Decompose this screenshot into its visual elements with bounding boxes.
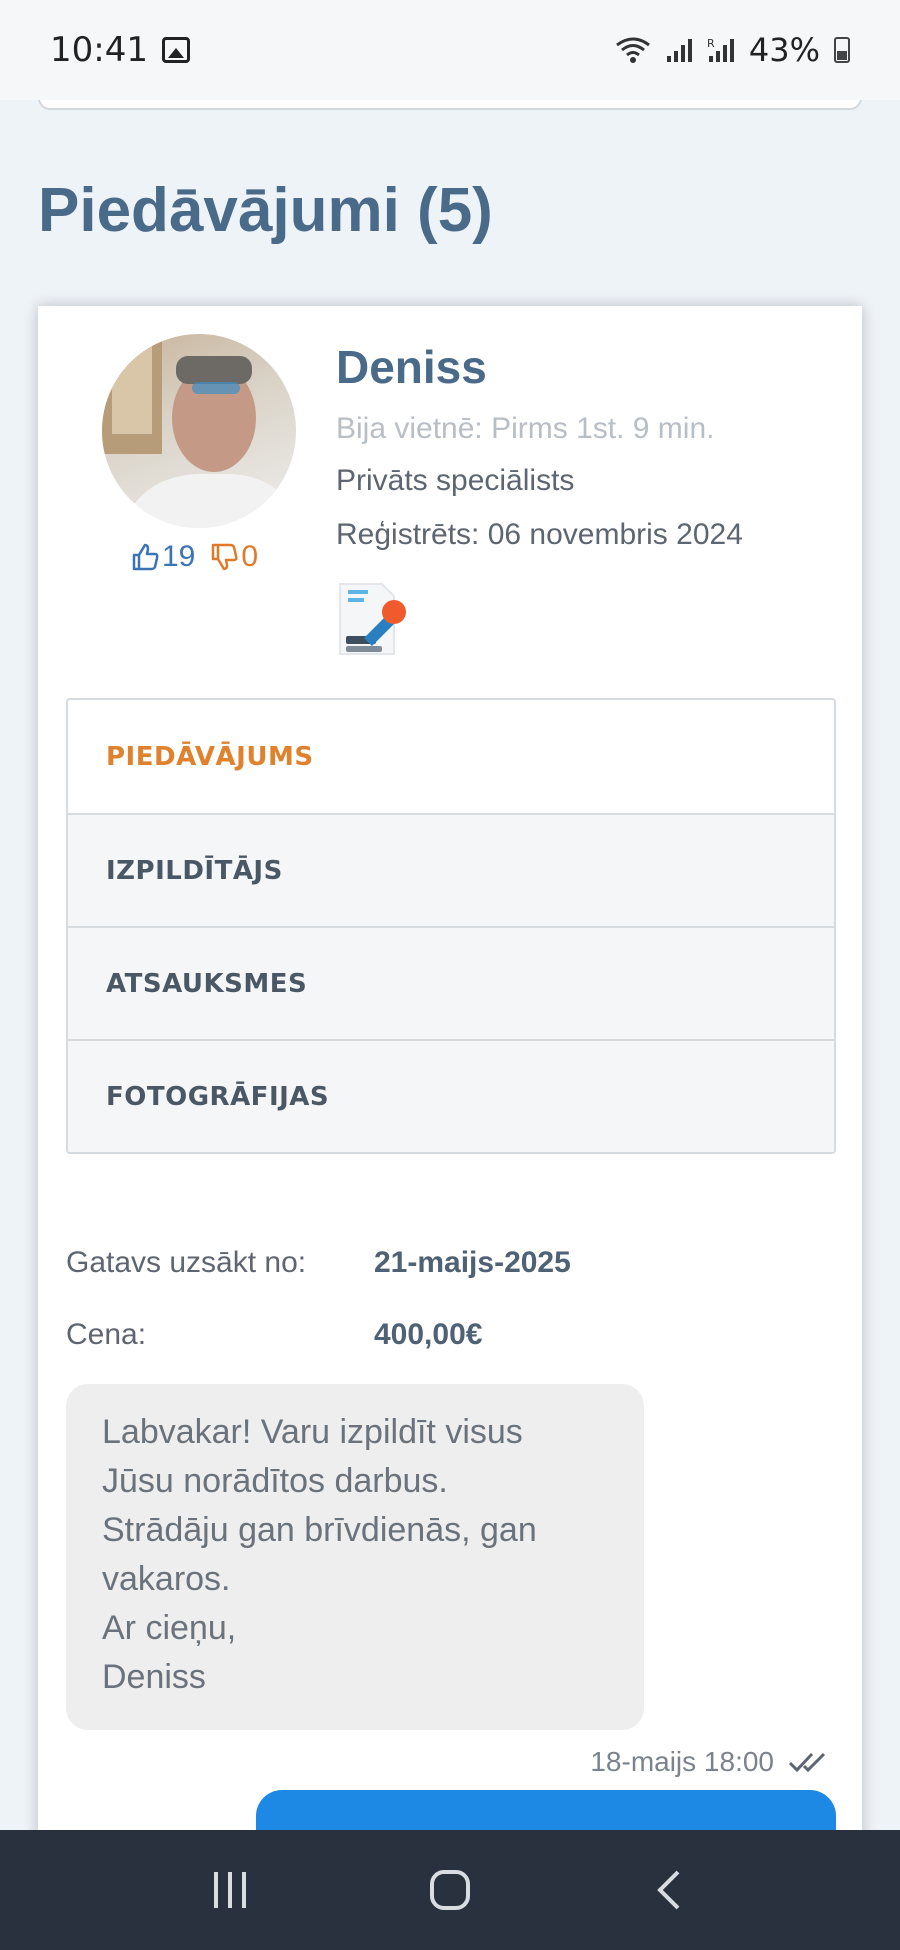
android-nav-bar — [0, 1830, 900, 1950]
message-bubble: Labvakar! Varu izpildīt visus Jūsu norād… — [66, 1384, 644, 1730]
tab-photos[interactable]: FOTOGRĀFIJAS — [68, 1039, 834, 1152]
user-last-seen: Bija vietnē: Pirms 1st. 9 min. — [336, 412, 715, 445]
status-bar: 10:41 R 43% — [0, 0, 900, 100]
message-meta: 18-maijs 18:00 — [590, 1746, 830, 1778]
likes-count: 19 — [162, 540, 196, 573]
likes[interactable]: 19 — [130, 540, 195, 574]
page-title: Piedāvājumi (5) — [38, 176, 493, 245]
user-name[interactable]: Deniss — [336, 340, 487, 394]
signal-icon — [666, 39, 692, 62]
svg-text:R: R — [707, 37, 715, 50]
tab-performer[interactable]: IZPILDĪTĀJS — [68, 813, 834, 926]
message-timestamp: 18-maijs 18:00 — [590, 1746, 774, 1777]
price-value: 400,00€ — [374, 1318, 483, 1351]
tab-reviews[interactable]: ATSAUKSMES — [68, 926, 834, 1039]
price-label: Cena: — [66, 1318, 147, 1351]
avatar[interactable] — [102, 334, 296, 528]
recent-apps-icon — [214, 1872, 246, 1908]
gallery-notification-icon — [161, 37, 190, 63]
dislikes[interactable]: 0 — [209, 540, 258, 574]
avatar-photo — [102, 334, 296, 528]
user-type: Privāts speciālists — [336, 464, 575, 497]
status-time: 10:41 — [50, 30, 148, 70]
price-row: Cena: 400,00€ — [66, 1318, 482, 1352]
double-check-icon — [788, 1752, 826, 1773]
home-button[interactable] — [410, 1850, 490, 1930]
thumbs-down-icon — [212, 543, 238, 571]
start-date-value: 21-maijs-2025 — [374, 1246, 571, 1279]
battery-percentage: 43% — [748, 31, 820, 69]
signal-roaming-icon: R — [707, 37, 734, 62]
recent-apps-button[interactable] — [190, 1850, 270, 1930]
back-icon — [657, 1870, 680, 1910]
home-icon — [430, 1870, 470, 1910]
battery-icon — [834, 37, 850, 63]
certificate-icon — [339, 583, 406, 655]
status-indicators: R 43% — [615, 31, 850, 69]
rating: 19 0 — [130, 540, 258, 574]
wifi-icon — [615, 37, 650, 63]
user-registered: Reģistrēts: 06 novembris 2024 — [336, 518, 743, 551]
tab-offer[interactable]: PIEDĀVĀJUMS — [68, 700, 834, 813]
start-date-row: Gatavs uzsākt no: 21-maijs-2025 — [66, 1246, 571, 1280]
offer-card: 19 0 Deniss Bija vietnē: Pirms 1st. 9 mi… — [38, 306, 862, 1950]
dislikes-count: 0 — [241, 540, 259, 573]
thumbs-up-icon — [132, 543, 159, 571]
back-button[interactable] — [630, 1850, 710, 1930]
offer-tabs: PIEDĀVĀJUMS IZPILDĪTĀJS ATSAUKSMES FOTOG… — [66, 698, 836, 1154]
start-date-label: Gatavs uzsākt no: — [66, 1246, 307, 1279]
